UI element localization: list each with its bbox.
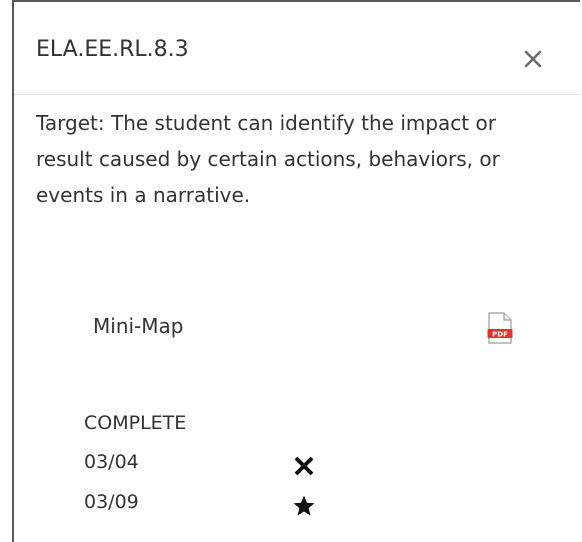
standard-popup: ELA.EE.RL.8.3 Target: The student can id… <box>12 0 580 542</box>
minimap-pdf-link[interactable]: PDF <box>487 312 513 344</box>
star-icon <box>292 494 316 518</box>
popup-title: ELA.EE.RL.8.3 <box>36 37 189 62</box>
status-label: COMPLETE <box>84 412 187 434</box>
target-description: Target: The student can identify the imp… <box>36 111 500 207</box>
entry-date: 03/04 <box>84 451 139 473</box>
popup-header: ELA.EE.RL.8.3 <box>14 2 580 95</box>
close-button[interactable] <box>514 40 552 78</box>
svg-text:PDF: PDF <box>492 331 508 339</box>
x-mark-icon <box>292 454 316 478</box>
entry-date: 03/09 <box>84 491 139 513</box>
status-entry: 03/04 <box>84 448 384 480</box>
status-entry: 03/09 <box>84 488 384 520</box>
close-icon <box>524 50 542 68</box>
minimap-label: Mini-Map <box>93 314 184 338</box>
pdf-icon: PDF <box>487 312 513 344</box>
